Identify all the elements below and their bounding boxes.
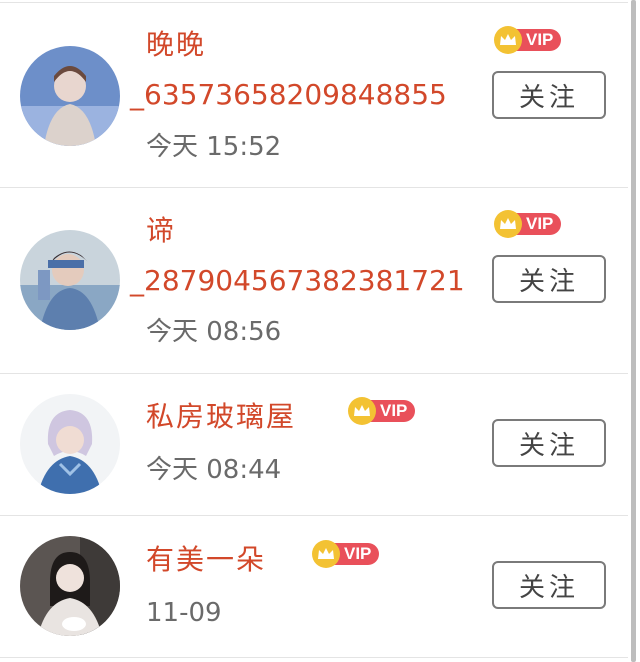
avatar[interactable]: [20, 230, 120, 330]
vip-badge: VIP: [348, 397, 416, 425]
crown-icon: [312, 540, 340, 568]
vip-badge: VIP: [312, 540, 380, 568]
timestamp: 今天 08:44: [146, 455, 282, 485]
timestamp: 今天 08:56: [146, 317, 282, 347]
username[interactable]: 有美一朵: [146, 543, 266, 577]
list-item-user-4[interactable]: 有美一朵 11-09 VIP 关注: [0, 516, 628, 658]
follow-button[interactable]: 关注: [492, 419, 606, 467]
list-item-user-1[interactable]: 晚晚 _63573658209848855 今天 15:52 VIP 关注: [0, 0, 628, 188]
list-item-user-2[interactable]: 谛 _287904567382381721 今天 08:56 VIP 关注: [0, 188, 628, 373]
vip-badge: VIP: [494, 26, 562, 54]
divider: [0, 657, 628, 658]
crown-icon: [348, 397, 376, 425]
timestamp: 今天 15:52: [146, 132, 282, 162]
follow-button[interactable]: 关注: [492, 255, 606, 303]
avatar[interactable]: [20, 536, 120, 636]
list-item-user-3[interactable]: 私房玻璃屋 今天 08:44 VIP 关注: [0, 374, 628, 515]
user-id: _63573658209848855: [130, 78, 447, 111]
user-id: _287904567382381721: [130, 264, 465, 297]
username[interactable]: 谛: [146, 214, 176, 248]
avatar[interactable]: [20, 46, 120, 146]
follow-button[interactable]: 关注: [492, 71, 606, 119]
scrollbar[interactable]: [631, 0, 636, 662]
avatar[interactable]: [20, 394, 120, 494]
crown-icon: [494, 210, 522, 238]
timestamp: 11-09: [146, 598, 222, 628]
follow-button[interactable]: 关注: [492, 561, 606, 609]
follower-list: 晚晚 _63573658209848855 今天 15:52 VIP 关注 谛: [0, 0, 628, 662]
crown-icon: [494, 26, 522, 54]
username[interactable]: 晚晚: [146, 28, 206, 62]
username[interactable]: 私房玻璃屋: [146, 400, 296, 434]
vip-badge: VIP: [494, 210, 562, 238]
